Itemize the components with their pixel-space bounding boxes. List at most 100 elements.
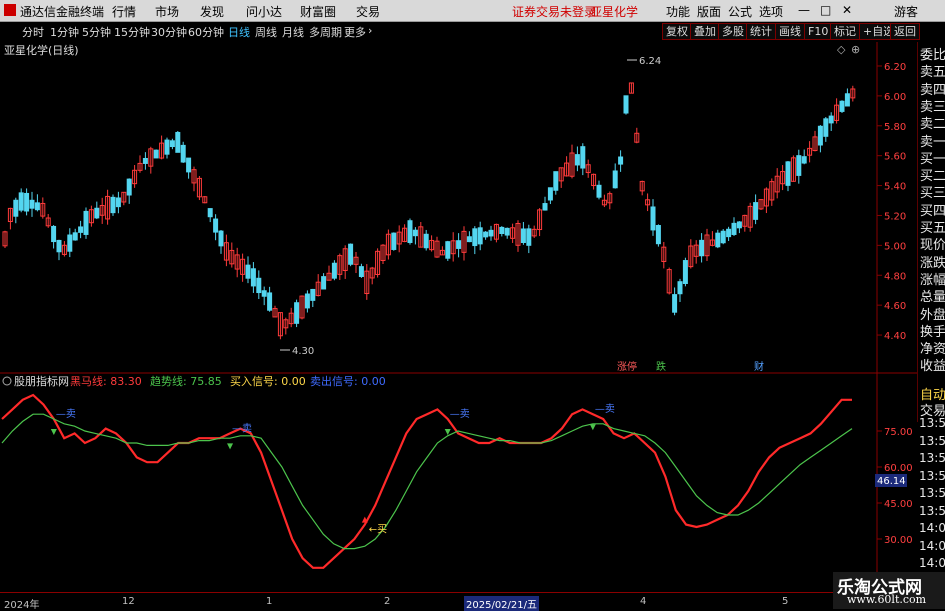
menu-function[interactable]: 功能 <box>666 3 690 20</box>
candle-body <box>34 202 40 211</box>
tf-15min[interactable]: 15分钟 <box>114 24 150 40</box>
tf-more[interactable]: 更多 <box>344 24 366 40</box>
candle-body <box>304 293 310 309</box>
candle-body <box>83 210 89 235</box>
menu-options[interactable]: 选项 <box>759 3 783 20</box>
chart-canvas[interactable]: 亚星化学(日线) ◇ ⊕ 6.20 6.00 5.80 5.60 5.40 5.20 5.0… <box>0 40 917 592</box>
candle-body <box>477 227 483 245</box>
info-label: 卖二 <box>920 117 945 133</box>
menu-ask[interactable]: 问小达 <box>246 3 282 20</box>
candle-body <box>412 229 418 237</box>
menu-layout[interactable]: 版面 <box>697 3 721 20</box>
sell-arrow-icon <box>589 424 596 431</box>
settings-diamond-icon[interactable]: ◇ <box>837 43 846 56</box>
candle-body <box>483 231 489 238</box>
candle-body <box>731 222 737 235</box>
time-entry: 13:59 <box>919 486 945 500</box>
x-label: 12 <box>122 596 135 607</box>
menu-discover[interactable]: 发现 <box>200 3 224 20</box>
candle-body <box>817 125 823 146</box>
close-icon[interactable]: ✕ <box>842 3 852 17</box>
tf-intraday[interactable]: 分时 <box>22 24 44 40</box>
candle-body <box>13 199 19 217</box>
info-label: 换手 <box>920 324 945 340</box>
chevron-right-icon[interactable]: › <box>368 24 372 37</box>
overlay-button[interactable]: 叠加 <box>690 23 720 40</box>
candle-body <box>115 197 121 208</box>
sell-arrow-icon <box>227 443 234 450</box>
candle-body <box>472 228 478 247</box>
candle-body <box>207 208 213 218</box>
candle-body <box>213 218 219 233</box>
y-tick-label: 5.00 <box>884 241 906 252</box>
sell-signal-label: —卖 <box>595 403 615 415</box>
candlestick-series <box>2 82 856 340</box>
main-annotations: 6.24 4.30 涨停 跌 财 <box>280 56 764 373</box>
candle-body <box>499 226 505 234</box>
info-label: 委比 <box>920 48 945 63</box>
tf-30min[interactable]: 30分钟 <box>151 24 187 40</box>
tf-60min[interactable]: 60分钟 <box>188 24 224 40</box>
candle-body <box>839 100 845 112</box>
tf-1min[interactable]: 1分钟 <box>50 24 79 40</box>
info-label: 涨幅 <box>920 272 945 288</box>
info-label: 卖四 <box>920 82 945 98</box>
menu-quotes[interactable]: 行情 <box>112 3 136 20</box>
candle-body <box>596 184 602 198</box>
login-notice[interactable]: 证券交易未登录 <box>512 3 596 20</box>
stock-name: 亚星化学 <box>590 5 639 19</box>
watermark-url: www.60lt.com <box>847 593 927 606</box>
tf-daily[interactable]: 日线 <box>228 24 250 40</box>
stats-button[interactable]: 统计 <box>746 23 776 40</box>
menu-market[interactable]: 市场 <box>155 3 179 20</box>
time-entry: 14:00 <box>919 521 945 535</box>
candle-body <box>753 202 759 220</box>
high-label: 6.24 <box>639 56 661 67</box>
candle-body <box>796 155 802 176</box>
info-label: 买二 <box>920 169 945 185</box>
candle-body <box>391 232 397 250</box>
f10-button[interactable]: F10 <box>804 23 833 40</box>
app-title: 通达信金融终端 <box>20 5 105 19</box>
candle-body <box>180 144 186 163</box>
candle-body <box>553 171 559 191</box>
back-button[interactable]: 返回 <box>890 23 920 40</box>
finance-marker: 财 <box>754 360 764 373</box>
candle-body <box>407 220 413 243</box>
menu-wealth[interactable]: 财富圈 <box>300 3 336 20</box>
candle-body <box>682 260 688 284</box>
maximize-icon[interactable]: □ <box>820 3 831 17</box>
ind-y-tick-label: 45.00 <box>884 499 913 510</box>
time-entry: 13:58 <box>919 416 945 430</box>
tf-weekly[interactable]: 周线 <box>255 24 277 40</box>
info-label: 卖五 <box>920 65 945 81</box>
legend-entry: 卖出信号: 0.00 <box>310 374 386 388</box>
indicator-y-axis: 75.0060.0045.0030.0015.00 <box>877 427 913 582</box>
zoom-icon[interactable]: ⊕ <box>851 43 860 56</box>
info-label: 现价 <box>920 238 945 254</box>
right-info-panel: 委比 卖五 卖四 卖三 卖二 卖一 买一 买二 买三 买四 买五 现价 涨跌 涨幅 总量 外盘 换手 净资 收益 自动… <box>917 42 945 422</box>
info-label: 外盘 <box>920 307 945 323</box>
candle-body <box>348 243 354 265</box>
time-column: 13:58 13:58 13:58 13:59 13:59 13:59 14:00 14:00… <box>917 386 945 572</box>
tf-monthly[interactable]: 月线 <box>282 24 304 40</box>
candle-body <box>56 239 62 253</box>
draw-button[interactable]: 画线 <box>775 23 805 40</box>
guest-label[interactable]: 游客 <box>894 3 918 20</box>
indicator-name[interactable]: 股朋指标网 <box>14 374 69 388</box>
buy-signal-label: ←买 <box>369 524 387 536</box>
candle-body <box>18 192 24 211</box>
menu-formula[interactable]: 公式 <box>728 3 752 20</box>
candle-body <box>736 221 742 229</box>
time-entry: 14:00 <box>919 538 945 553</box>
indicator-settings-icon[interactable] <box>2 376 12 386</box>
sell-signal-label: —卖 <box>56 408 76 420</box>
menu-trade[interactable]: 交易 <box>356 3 380 20</box>
tf-5min[interactable]: 5分钟 <box>82 24 111 40</box>
mark-button[interactable]: 标记 <box>830 23 860 40</box>
adjust-button[interactable]: 复权 <box>662 23 692 40</box>
minimize-icon[interactable]: — <box>798 3 810 17</box>
tf-multi[interactable]: 多周期 <box>309 24 342 40</box>
multi-stock-button[interactable]: 多股 <box>718 23 748 40</box>
indicator-signals: —卖 —卖 —卖 —卖 ←买 <box>50 403 615 536</box>
